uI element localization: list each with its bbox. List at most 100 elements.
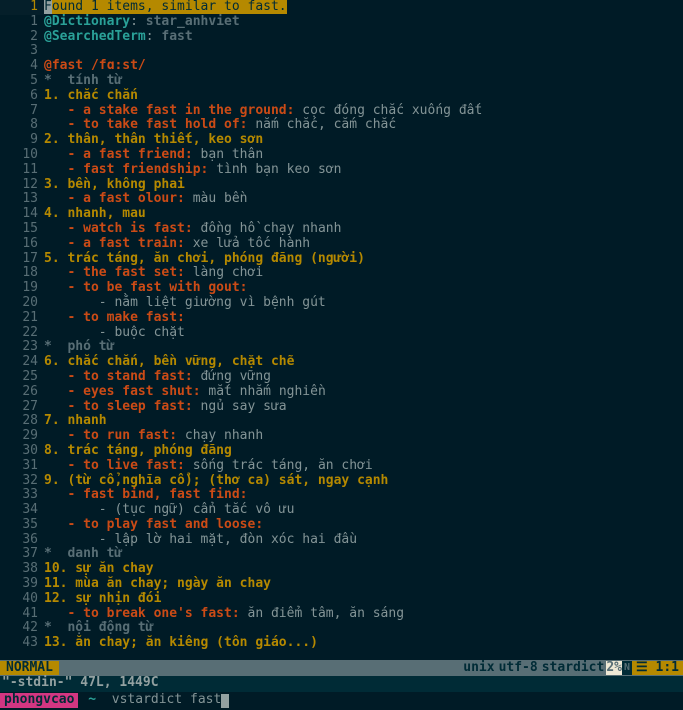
text-token: 10. sự ăn chay [44,561,154,576]
code-line: 287. nhanh [0,414,683,429]
code-line: 31 - to live fast: sống trác táng, ăn ch… [0,459,683,474]
text-token: - watch is fast: [44,221,193,236]
text-token: làng chơi [185,265,263,280]
code-line: 5* tính từ [0,74,683,89]
code-line: 3810. sự ăn chay [0,562,683,577]
line-number: 17 [0,252,44,267]
text-token: ăn điểm tâm, ăn sáng [240,606,404,621]
line-number: 29 [0,429,44,444]
text-token: - lập lờ hai mặt, đòn xóc hai đầu [44,532,357,547]
line-number: 37 [0,547,44,562]
line-number: 28 [0,414,44,429]
code-line: 4012. sự nhịn đói [0,592,683,607]
text-token: nắm chắc, cắm chắc [248,117,397,132]
line-number: 4 [0,59,44,74]
text-token: * phó từ [44,339,114,354]
text-token: - to stand fast: [44,369,193,384]
line-number: 31 [0,459,44,474]
code-line: 42* nội động từ [0,621,683,636]
file-format: unix [461,661,496,676]
text-token: - a fast olour: [44,191,185,206]
editor-pane[interactable]: 1 Found 1 items, similar to fast. 1@Dict… [0,0,683,660]
text-token: xe lửa tốc hành [185,236,310,251]
code-line: 246. chắc chắn, bền vững, chặt chẽ [0,355,683,370]
line-number: 42 [0,621,44,636]
text-token: star_anhviet [146,14,240,29]
code-line: 11 - fast friendship: tình bạn keo sơn [0,163,683,178]
line-number: 16 [0,237,44,252]
text-token: - a fast train: [44,236,185,251]
line-number: 27 [0,400,44,415]
code-line: 18 - the fast set: làng chơi [0,266,683,281]
text-token: chạy nhanh [177,428,263,443]
prompt-command[interactable]: vstardict fast [112,693,222,708]
text-token: ngủ say sưa [193,399,287,414]
line-number: 1 [0,15,44,30]
code-line: 35 - to play fast and loose: [0,518,683,533]
status-line: NORMAL unix utf-8 stardict 2% N ☰ 1:1 [0,660,683,676]
filetype: stardict [540,661,607,676]
text-token: đồng hồ chạy nhanh [193,221,342,236]
line-number: 19 [0,281,44,296]
line-number: 32 [0,474,44,489]
text-token: - to take fast hold of: [44,117,248,132]
line-number: 26 [0,385,44,400]
code-line: 61. chắc chắn [0,89,683,104]
line-number: 30 [0,444,44,459]
text-token: - to play fast and loose: [44,517,263,532]
code-line: 8 - to take fast hold of: nắm chắc, cắm … [0,118,683,133]
shell-prompt[interactable]: phongvcao ~ vstardict fast [0,692,683,709]
code-line: 19 - to be fast with gout: [0,281,683,296]
text-token: mắt nhắm nghiền [201,384,326,399]
text-token: - eyes fast shut: [44,384,201,399]
code-line: 37* danh từ [0,547,683,562]
code-line: 4313. ăn chay; ăn kiêng (tôn giáo...) [0,636,683,651]
code-line: 33 - fast bind, fast find: [0,488,683,503]
text-token: 2. thân, thân thiết, keo sơn [44,132,263,147]
code-line: 16 - a fast train: xe lửa tốc hành [0,237,683,252]
scroll-percent: 2% [606,661,622,676]
line-number: 25 [0,370,44,385]
text-token: @SearchedTerm [44,29,146,44]
text-token: tình bạn keo sơn [208,162,341,177]
code-line: 25 - to stand fast: đứng vững [0,370,683,385]
text-token: 11. mùa ăn chay; ngày ăn chay [44,576,271,591]
line-number: 41 [0,607,44,622]
line-number: 9 [0,133,44,148]
text-token: @fast /fɑ:st/ [44,58,146,73]
code-line: 29 - to run fast: chạy nhanh [0,429,683,444]
line-number: 22 [0,326,44,341]
line-number: 35 [0,518,44,533]
line-number: 43 [0,636,44,651]
text-token: - (tục ngữ) cẩn tắc vô ưu [44,502,294,517]
mini-indicator: N [622,661,632,676]
text-token: - the fast set: [44,265,185,280]
code-line: 3911. mùa ăn chay; ngày ăn chay [0,577,683,592]
code-line: 27 - to sleep fast: ngủ say sưa [0,400,683,415]
text-token: fast [161,29,192,44]
text-token: - to live fast: [44,458,185,473]
code-line: 308. trác táng, phóng đãng [0,444,683,459]
code-line: 41 - to break one's fast: ăn điểm tâm, ă… [0,607,683,622]
code-line: 21 - to make fast: [0,311,683,326]
line-number: 24 [0,355,44,370]
line-number: 8 [0,118,44,133]
cursor-position: ☰ 1:1 [632,661,683,676]
line-number: 12 [0,178,44,193]
text-token: 13. ăn chay; ăn kiêng (tôn giáo...) [44,635,318,650]
line-number: 14 [0,207,44,222]
code-line: 36 - lập lờ hai mặt, đòn xóc hai đầu [0,533,683,548]
code-line: 26 - eyes fast shut: mắt nhắm nghiền [0,385,683,400]
code-line: 22 - buộc chặt [0,326,683,341]
line-number: 11 [0,163,44,178]
text-token: - to sleep fast: [44,399,193,414]
line-number: 10 [0,148,44,163]
line-number: 38 [0,562,44,577]
cursor: F [44,0,52,14]
line-number: 7 [0,104,44,119]
text-token: 12. sự nhịn đói [44,591,161,606]
text-token: đứng vững [193,369,271,384]
line-number: 6 [0,89,44,104]
text-token: - to be fast with gout: [44,280,248,295]
line-number: 13 [0,192,44,207]
